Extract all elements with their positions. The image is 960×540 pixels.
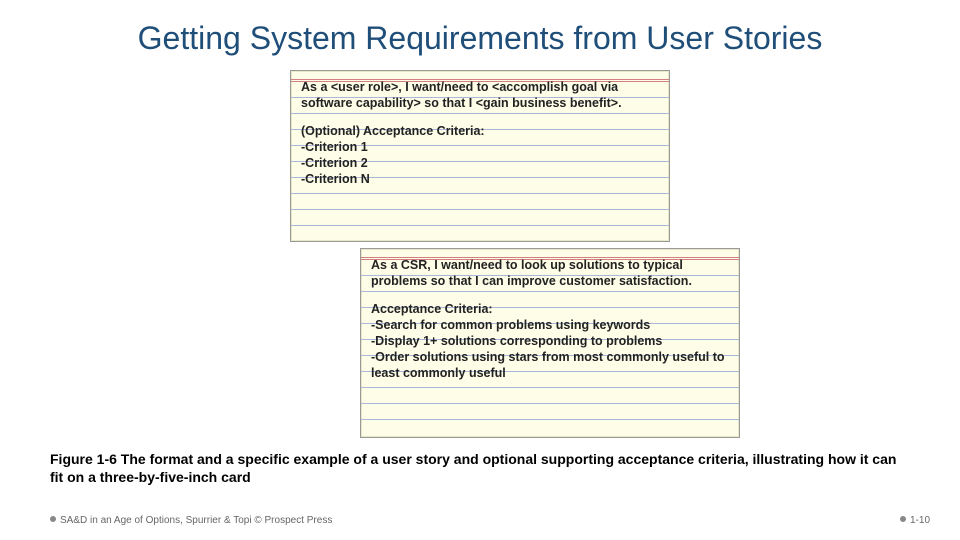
story-example-text: As a CSR, I want/need to look up solutio… xyxy=(371,257,729,289)
acceptance-criteria-label: Acceptance Criteria: xyxy=(371,301,729,317)
criterion-line: -Display 1+ solutions corresponding to p… xyxy=(371,333,729,349)
footer-left: SA&D in an Age of Options, Spurrier & To… xyxy=(50,515,332,526)
page-number: 1-10 xyxy=(910,515,930,526)
index-card-example: As a CSR, I want/need to look up solutio… xyxy=(360,248,740,438)
footer-right: 1-10 xyxy=(900,515,930,526)
slide-title: Getting System Requirements from User St… xyxy=(0,20,960,57)
criterion-line: -Order solutions using stars from most c… xyxy=(371,349,729,381)
footer-text: SA&D in an Age of Options, Spurrier & To… xyxy=(60,515,332,526)
slide: Getting System Requirements from User St… xyxy=(0,0,960,540)
story-template-text: As a <user role>, I want/need to <accomp… xyxy=(301,79,659,111)
criterion-line: -Criterion N xyxy=(301,171,659,187)
bullet-icon xyxy=(900,516,906,522)
criterion-line: -Search for common problems using keywor… xyxy=(371,317,729,333)
figure-area: As a <user role>, I want/need to <accomp… xyxy=(0,70,960,438)
acceptance-criteria-label: (Optional) Acceptance Criteria: xyxy=(301,123,659,139)
bullet-icon xyxy=(50,516,56,522)
criterion-line: -Criterion 2 xyxy=(301,155,659,171)
index-card-template: As a <user role>, I want/need to <accomp… xyxy=(290,70,670,242)
criterion-line: -Criterion 1 xyxy=(301,139,659,155)
card-text: As a <user role>, I want/need to <accomp… xyxy=(291,71,669,191)
figure-caption: Figure 1-6 The format and a specific exa… xyxy=(50,450,910,486)
card-text: As a CSR, I want/need to look up solutio… xyxy=(361,249,739,385)
